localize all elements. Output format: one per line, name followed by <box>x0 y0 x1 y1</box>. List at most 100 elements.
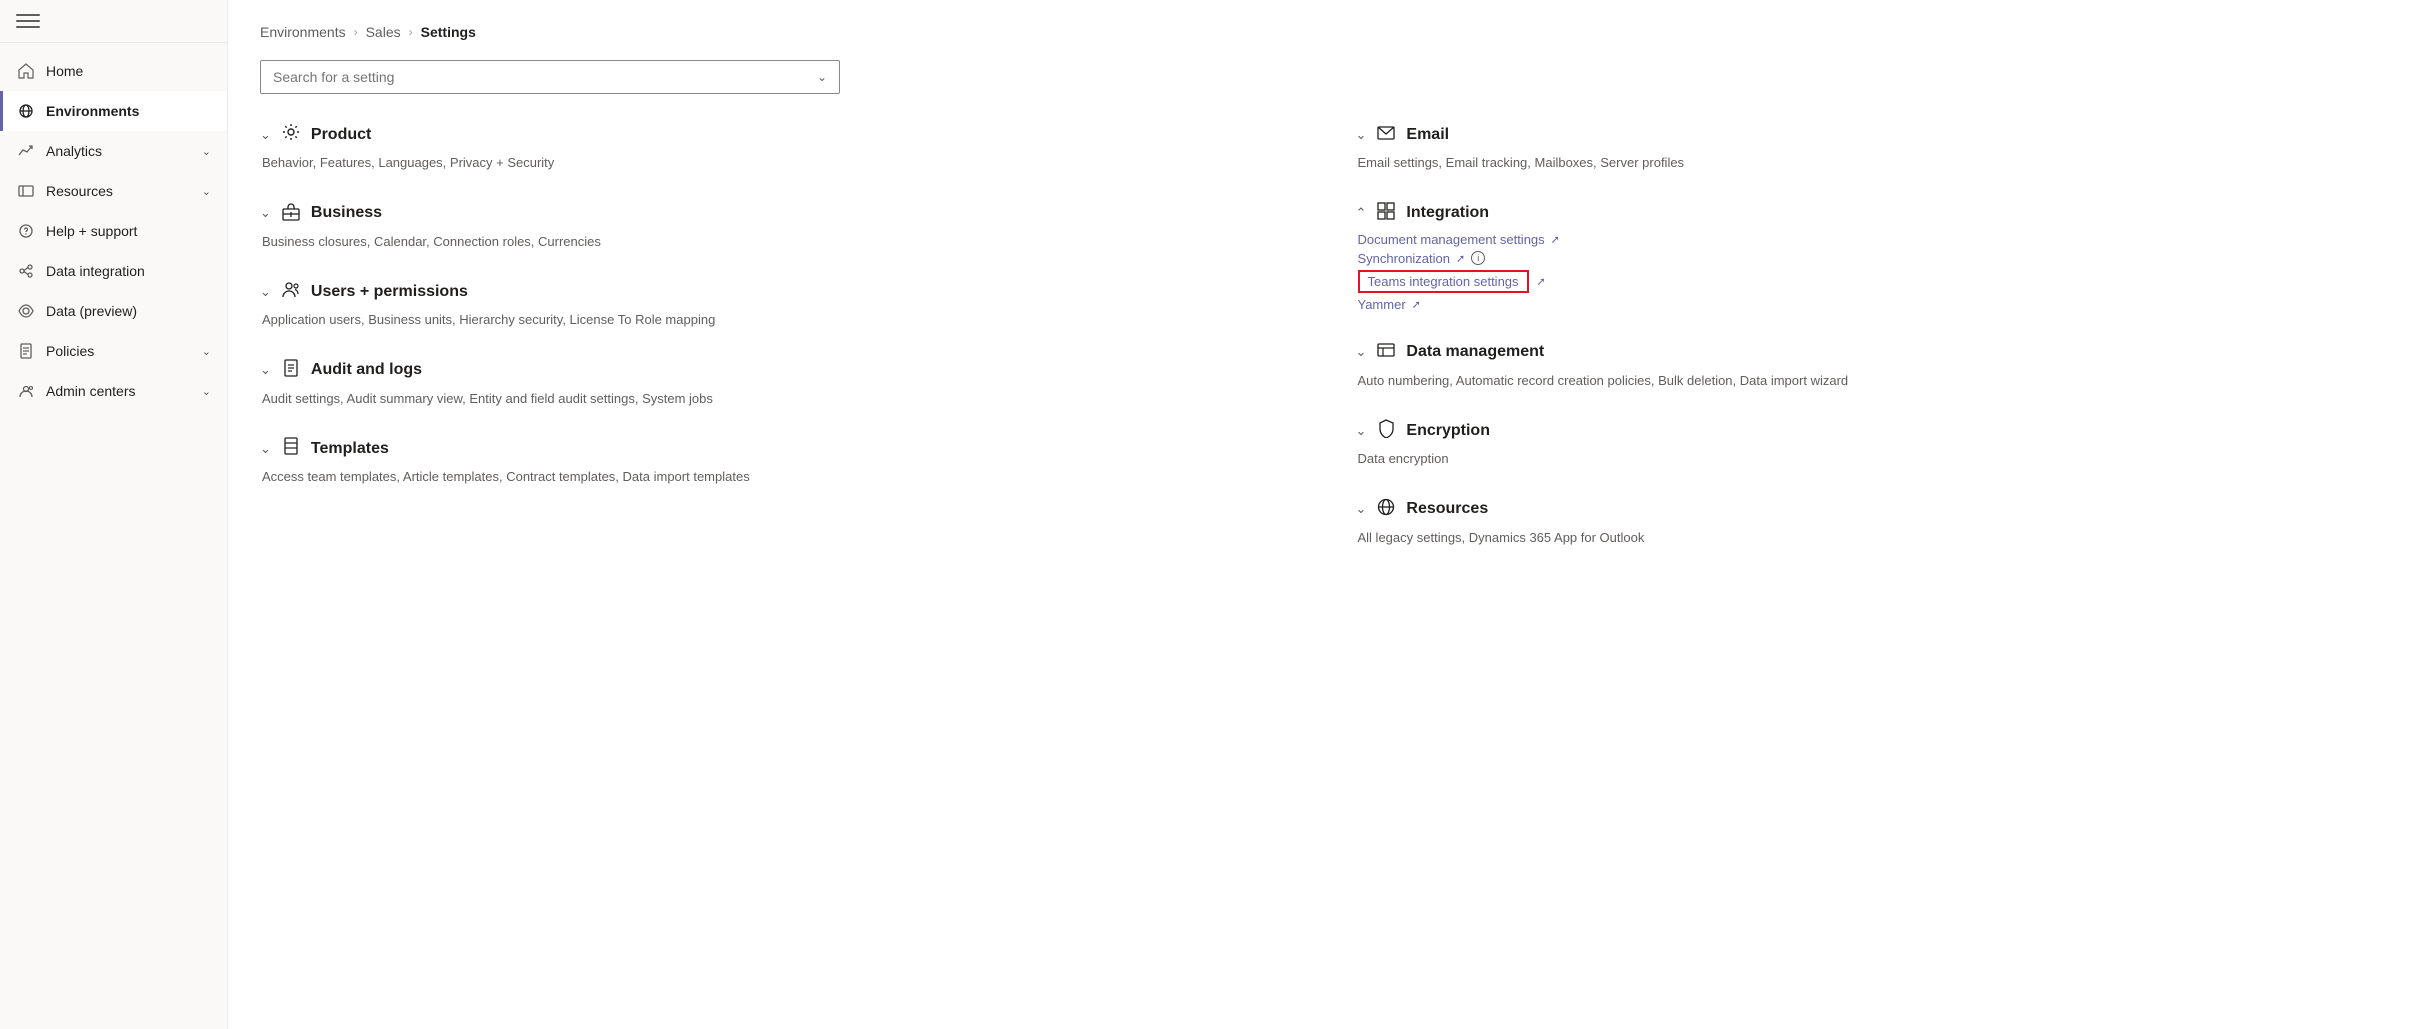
sublink-synchronization: Synchronization ➚ i <box>1358 251 2392 266</box>
breadcrumb-sep-2: › <box>409 25 413 39</box>
policies-icon <box>16 341 36 361</box>
section-business-header: ⌄ Business <box>260 201 1296 226</box>
resources-chevron: ⌄ <box>202 185 211 198</box>
section-encryption-title: Encryption <box>1406 422 1490 440</box>
admin-centers-icon <box>16 381 36 401</box>
section-users-links: Application users, Business units, Hiera… <box>260 310 1296 330</box>
templates-icon <box>281 436 301 461</box>
users-icon <box>281 279 301 304</box>
section-product-links: Behavior, Features, Languages, Privacy +… <box>260 153 1296 173</box>
teams-integration-ext-icon: ➚ <box>1537 275 1546 288</box>
document-management-link[interactable]: Document management settings <box>1358 232 1545 247</box>
business-icon <box>281 201 301 226</box>
business-chevron[interactable]: ⌄ <box>260 205 271 221</box>
resources-right-chevron[interactable]: ⌄ <box>1356 501 1367 517</box>
section-product-title: Product <box>311 126 371 144</box>
section-product-header: ⌄ Product <box>260 122 1296 147</box>
synchronization-ext-icon: ➚ <box>1456 252 1465 265</box>
breadcrumb-sales[interactable]: Sales <box>366 24 401 40</box>
sidebar-item-policies[interactable]: Policies ⌄ <box>0 331 227 371</box>
data-management-chevron[interactable]: ⌄ <box>1356 344 1367 360</box>
section-resources-title: Resources <box>1406 500 1488 518</box>
search-container: ⌄ <box>260 60 2391 94</box>
audit-icon <box>281 358 301 383</box>
breadcrumb-sep-1: › <box>354 25 358 39</box>
section-data-management: ⌄ Data management Auto numbering, Automa… <box>1356 340 2392 391</box>
sidebar-item-data-integration[interactable]: Data integration <box>0 251 227 291</box>
section-email-header: ⌄ Email <box>1356 122 2392 147</box>
data-integration-icon <box>16 261 36 281</box>
sidebar-item-resources-label: Resources <box>46 183 192 199</box>
right-column: ⌄ Email Email settings, Email tracking, … <box>1356 122 2392 575</box>
section-data-management-header: ⌄ Data management <box>1356 340 2392 365</box>
hamburger-menu[interactable] <box>16 14 40 28</box>
section-email-title: Email <box>1406 126 1449 144</box>
integration-chevron[interactable]: ⌃ <box>1356 205 1367 221</box>
product-icon <box>281 122 301 147</box>
product-chevron[interactable]: ⌄ <box>260 127 271 143</box>
analytics-icon <box>16 141 36 161</box>
yammer-ext-icon: ➚ <box>1412 298 1421 311</box>
search-input[interactable] <box>273 69 817 85</box>
sidebar-item-resources[interactable]: Resources ⌄ <box>0 171 227 211</box>
section-data-management-links: Auto numbering, Automatic record creatio… <box>1356 371 2392 391</box>
audit-chevron[interactable]: ⌄ <box>260 362 271 378</box>
section-users-header: ⌄ Users + permissions <box>260 279 1296 304</box>
synchronization-link[interactable]: Synchronization <box>1358 251 1451 266</box>
sidebar: Home Environments Analytics ⌄ Resources … <box>0 0 228 1029</box>
section-audit: ⌄ Audit and logs Audit settings, Audit s… <box>260 358 1296 409</box>
sidebar-header <box>0 0 227 43</box>
search-bar[interactable]: ⌄ <box>260 60 840 94</box>
section-integration-header: ⌃ Integration <box>1356 201 2392 226</box>
section-audit-header: ⌄ Audit and logs <box>260 358 1296 383</box>
synchronization-info-icon[interactable]: i <box>1471 251 1485 265</box>
sidebar-item-policies-label: Policies <box>46 343 192 359</box>
sidebar-item-home[interactable]: Home <box>0 51 227 91</box>
sidebar-item-admin-centers-label: Admin centers <box>46 383 192 399</box>
sidebar-item-analytics[interactable]: Analytics ⌄ <box>0 131 227 171</box>
yammer-link[interactable]: Yammer <box>1358 297 1406 312</box>
section-encryption-links: Data encryption <box>1356 449 2392 469</box>
sidebar-item-admin-centers[interactable]: Admin centers ⌄ <box>0 371 227 411</box>
section-resources-links: All legacy settings, Dynamics 365 App fo… <box>1356 528 2392 548</box>
section-email-links: Email settings, Email tracking, Mailboxe… <box>1356 153 2392 173</box>
help-icon <box>16 221 36 241</box>
users-chevron[interactable]: ⌄ <box>260 284 271 300</box>
document-management-ext-icon: ➚ <box>1551 233 1560 246</box>
home-icon <box>16 61 36 81</box>
templates-chevron[interactable]: ⌄ <box>260 441 271 457</box>
policies-chevron: ⌄ <box>202 345 211 358</box>
sidebar-item-help-support[interactable]: Help + support <box>0 211 227 251</box>
section-email: ⌄ Email Email settings, Email tracking, … <box>1356 122 2392 173</box>
section-audit-links: Audit settings, Audit summary view, Enti… <box>260 389 1296 409</box>
integration-sublinks: Document management settings ➚ Synchroni… <box>1356 232 2392 312</box>
sublink-teams-integration: Teams integration settings ➚ <box>1358 270 2392 293</box>
resources-icon <box>16 181 36 201</box>
section-encryption-header: ⌄ Encryption <box>1356 418 2392 443</box>
sublink-document-management: Document management settings ➚ <box>1358 232 2392 247</box>
analytics-chevron: ⌄ <box>202 145 211 158</box>
section-templates: ⌄ Templates Access team templates, Artic… <box>260 436 1296 487</box>
integration-icon <box>1376 201 1396 226</box>
teams-integration-link[interactable]: Teams integration settings <box>1358 270 1529 293</box>
section-business-links: Business closures, Calendar, Connection … <box>260 232 1296 252</box>
settings-grid: ⌄ Product Behavior, Features, Languages,… <box>260 122 2391 575</box>
section-users-title: Users + permissions <box>311 283 468 301</box>
environments-icon <box>16 101 36 121</box>
section-integration: ⌃ Integration Document management settin… <box>1356 201 2392 312</box>
section-business: ⌄ Business Business closures, Calendar, … <box>260 201 1296 252</box>
section-templates-title: Templates <box>311 440 389 458</box>
section-users: ⌄ Users + permissions Application users,… <box>260 279 1296 330</box>
email-chevron[interactable]: ⌄ <box>1356 127 1367 143</box>
sidebar-item-environments[interactable]: Environments <box>0 91 227 131</box>
encryption-chevron[interactable]: ⌄ <box>1356 423 1367 439</box>
data-preview-icon <box>16 301 36 321</box>
sidebar-item-help-label: Help + support <box>46 223 211 239</box>
section-resources-header: ⌄ Resources <box>1356 497 2392 522</box>
section-product: ⌄ Product Behavior, Features, Languages,… <box>260 122 1296 173</box>
breadcrumb-settings: Settings <box>421 24 476 40</box>
section-templates-header: ⌄ Templates <box>260 436 1296 461</box>
breadcrumb-environments[interactable]: Environments <box>260 24 346 40</box>
search-dropdown-arrow: ⌄ <box>817 70 827 84</box>
sidebar-item-data-preview[interactable]: Data (preview) <box>0 291 227 331</box>
